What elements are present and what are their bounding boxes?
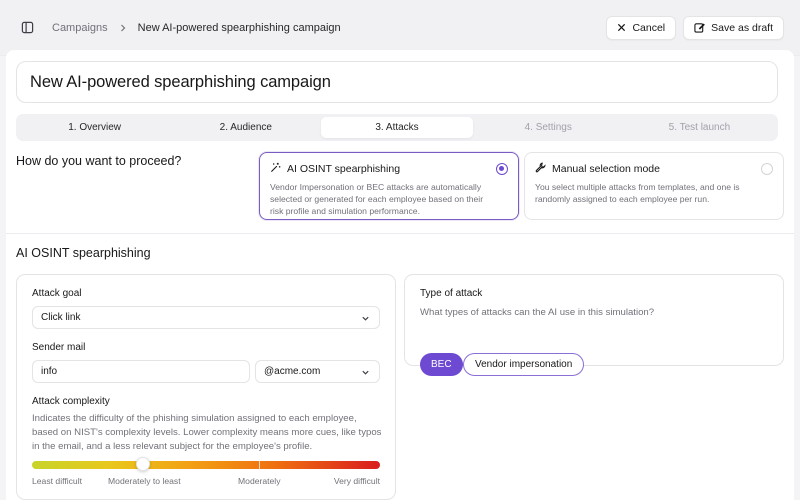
proceed-question: How do you want to proceed? <box>16 154 182 168</box>
save-draft-button-label: Save as draft <box>711 21 773 34</box>
attack-goal-select[interactable]: Click link <box>32 306 380 329</box>
attack-complexity-description: Indicates the difficulty of the phishing… <box>32 413 382 453</box>
step-overview[interactable]: 1. Overview <box>19 117 170 138</box>
complexity-scale-label-least: Least difficult <box>32 476 83 486</box>
sender-domain-select[interactable]: @acme.com <box>255 360 380 383</box>
page-title: New AI-powered spearphishing campaign <box>30 72 331 91</box>
complexity-slider-tick <box>259 461 260 469</box>
step-test-launch: 5. Test launch <box>668 122 731 133</box>
top-actions: Cancel Save as draft <box>606 15 784 40</box>
chip-bec[interactable]: BEC <box>420 353 463 376</box>
edit-icon <box>694 22 705 33</box>
breadcrumb-current: New AI-powered spearphishing campaign <box>137 21 341 34</box>
cancel-button[interactable]: Cancel <box>606 15 677 40</box>
main-content: New AI-powered spearphishing campaign 1.… <box>6 50 794 500</box>
close-icon <box>617 23 626 32</box>
step-settings: 4. Settings <box>524 122 572 133</box>
chip-vendor-impersonation[interactable]: Vendor impersonation <box>463 353 585 376</box>
complexity-scale-label-moderately: Moderately <box>238 476 281 486</box>
title-card: New AI-powered spearphishing campaign <box>16 61 778 103</box>
top-bar: Campaigns New AI-powered spearphishing c… <box>0 0 800 56</box>
sender-domain-value: @acme.com <box>264 366 321 377</box>
cancel-button-label: Cancel <box>632 21 666 34</box>
attack-goal-label: Attack goal <box>32 288 82 299</box>
save-draft-button[interactable]: Save as draft <box>683 15 784 40</box>
option-manual-title-row: Manual selection mode <box>535 162 773 176</box>
section-title: AI OSINT spearphishing <box>16 246 151 260</box>
attack-type-label: Type of attack <box>420 288 483 299</box>
attack-type-panel: Type of attack What types of attacks can… <box>404 274 784 376</box>
option-manual[interactable]: Manual selection mode You select multipl… <box>524 152 784 220</box>
breadcrumb: Campaigns New AI-powered spearphishing c… <box>52 22 606 34</box>
attack-complexity-label: Attack complexity <box>32 396 110 407</box>
option-ai-osint[interactable]: AI OSINT spearphishing Vendor Impersonat… <box>259 152 519 220</box>
app-window: Campaigns New AI-powered spearphishing c… <box>0 0 800 500</box>
sidebar-toggle-icon[interactable] <box>16 17 38 39</box>
chevron-down-icon <box>361 368 370 380</box>
option-ai-osint-title: AI OSINT spearphishing <box>287 163 401 175</box>
complexity-slider-track[interactable] <box>32 461 380 469</box>
option-manual-title: Manual selection mode <box>552 163 660 175</box>
attack-goal-value: Click link <box>41 312 81 323</box>
option-ai-osint-radio[interactable] <box>496 163 508 175</box>
complexity-scale-label-very: Very difficult <box>333 476 380 486</box>
sender-local-input[interactable]: info <box>32 360 250 383</box>
breadcrumb-campaigns-link[interactable]: Campaigns <box>52 22 108 34</box>
complexity-scale-label-moderately-least: Moderately to least <box>108 476 181 486</box>
option-ai-osint-title-row: AI OSINT spearphishing <box>270 162 508 176</box>
section-divider <box>6 233 794 234</box>
sender-mail-label: Sender mail <box>32 342 86 353</box>
wrench-icon <box>535 162 546 176</box>
attack-type-question: What types of attacks can the AI use in … <box>420 307 655 318</box>
sender-local-value: info <box>41 366 58 377</box>
stepper: 1. Overview 2. Audience 3. Attacks 4. Se… <box>16 114 778 141</box>
option-manual-radio[interactable] <box>761 163 773 175</box>
step-attacks[interactable]: 3. Attacks <box>321 117 473 138</box>
option-manual-description: You select multiple attacks from templat… <box>535 182 740 204</box>
chevron-right-icon <box>119 24 127 32</box>
magic-wand-icon <box>270 162 281 176</box>
chevron-down-icon <box>361 314 370 326</box>
attack-config-panel: Attack goal Click link Sender mail info … <box>16 274 396 500</box>
step-audience[interactable]: 2. Audience <box>170 117 321 138</box>
option-ai-osint-description: Vendor Impersonation or BEC attacks are … <box>270 182 484 216</box>
